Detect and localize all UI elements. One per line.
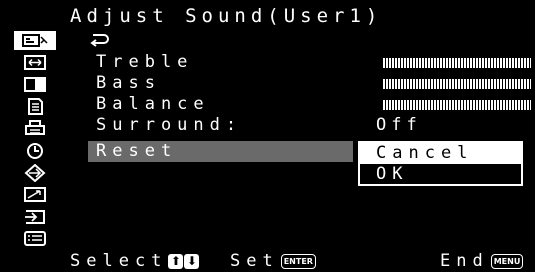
option-ok[interactable]: OK [360, 164, 521, 185]
bass-level-bar[interactable] [383, 79, 531, 89]
menu-item-reset[interactable]: Reset [88, 141, 353, 162]
enter-key: ENTER [280, 254, 316, 269]
return-arrow-icon[interactable] [90, 31, 110, 52]
screen-adjust-icon[interactable] [14, 53, 56, 72]
reset-dropdown: Cancel OK [358, 141, 523, 186]
sound-menu: Treble Bass Balance Surround: Off Reset … [88, 29, 535, 251]
select-label: Select [70, 251, 168, 271]
balance-level-bar[interactable] [383, 100, 531, 110]
footer-set: Set ENTER [230, 251, 316, 272]
settings-list-icon[interactable] [14, 229, 56, 248]
menu-item-treble[interactable]: Treble [88, 52, 353, 73]
picture-icon[interactable] [14, 31, 56, 50]
end-label: End [440, 251, 489, 271]
footer-select: Select ⬆ ⬇ [70, 251, 200, 272]
footer: Select ⬆ ⬇ Set ENTER End MENU [0, 251, 535, 272]
down-arrow-icon: ⬇ [184, 254, 200, 269]
input-sources-icon[interactable] [14, 163, 56, 182]
up-arrow-icon: ⬆ [168, 254, 184, 269]
option-cancel[interactable]: Cancel [360, 143, 521, 164]
surround-value: Off [376, 115, 422, 135]
menu-item-surround[interactable]: Surround: [88, 115, 353, 136]
pip-icon[interactable] [14, 75, 56, 94]
document-icon[interactable] [14, 97, 56, 116]
sidebar [10, 29, 60, 251]
graph-icon[interactable] [14, 185, 56, 204]
menu-title: Adjust Sound(User1) [70, 5, 383, 27]
menu-item-balance[interactable]: Balance [88, 94, 353, 115]
menu-key: MENU [490, 254, 524, 269]
printer-icon[interactable] [14, 119, 56, 138]
set-label: Set [230, 251, 279, 271]
menu-item-bass[interactable]: Bass [88, 73, 353, 94]
osd-screen: Adjust Sound(User1) Treble Bass Balance … [0, 0, 535, 272]
timer-icon[interactable] [14, 141, 56, 160]
footer-end: End MENU [440, 251, 524, 272]
input-icon[interactable] [14, 207, 56, 226]
treble-level-bar[interactable] [383, 58, 531, 68]
